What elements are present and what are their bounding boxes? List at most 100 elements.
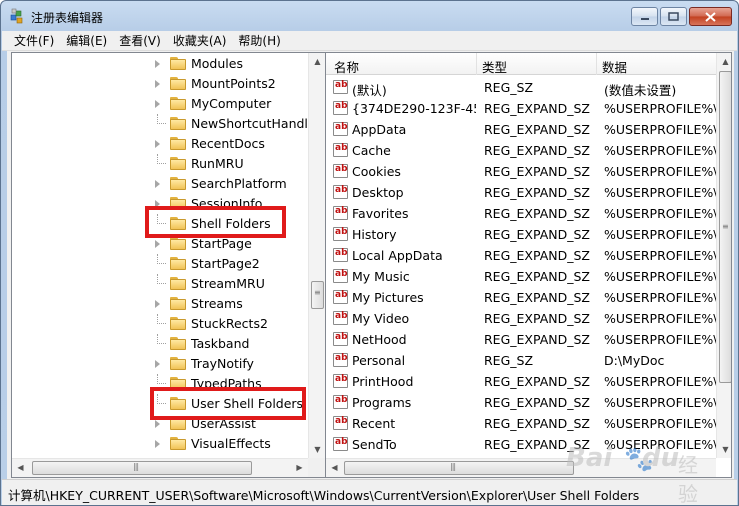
- list-header: 名称 类型 数据: [326, 53, 716, 75]
- tree-connector-line: [157, 254, 166, 264]
- baidu-jingyan-watermark: Bai 🐾 du 经验: [566, 443, 698, 506]
- close-button[interactable]: [689, 7, 732, 26]
- tree-item[interactable]: StuckRects2: [12, 314, 308, 334]
- expand-arrow-icon[interactable]: [155, 420, 160, 428]
- scroll-right-icon[interactable]: ▶: [291, 459, 308, 476]
- tree-item[interactable]: RunMRU: [12, 154, 308, 174]
- tree-item-label: RunMRU: [191, 156, 244, 171]
- value-name: Desktop: [352, 185, 404, 200]
- menu-help[interactable]: 帮助(H): [232, 32, 286, 49]
- expand-arrow-icon[interactable]: [155, 240, 160, 248]
- folder-icon: [170, 97, 186, 110]
- tree-item[interactable]: Taskband: [12, 334, 308, 354]
- column-divider[interactable]: [476, 53, 477, 75]
- tree-horizontal-scrollbar[interactable]: ◀ ||| ▶: [12, 458, 308, 477]
- column-divider[interactable]: [596, 53, 597, 75]
- value-row[interactable]: Favorites REG_EXPAND_SZ %USERPROFILE%\Fa: [326, 203, 716, 224]
- expand-arrow-icon[interactable]: [155, 180, 160, 188]
- string-value-icon: [333, 227, 348, 241]
- maximize-button[interactable]: [660, 7, 687, 26]
- tree-item[interactable]: SearchPlatform: [12, 174, 308, 194]
- column-header-name[interactable]: 名称: [334, 57, 359, 76]
- value-row[interactable]: Cookies REG_EXPAND_SZ %USERPROFILE%\Ap: [326, 161, 716, 182]
- scroll-up-icon[interactable]: ▲: [717, 53, 731, 70]
- expand-arrow-icon[interactable]: [155, 300, 160, 308]
- menu-edit[interactable]: 编辑(E): [60, 32, 113, 49]
- value-type: REG_EXPAND_SZ: [484, 248, 590, 263]
- tree-item[interactable]: MyComputer: [12, 94, 308, 114]
- value-row[interactable]: PrintHood REG_EXPAND_SZ %USERPROFILE%\Ap: [326, 371, 716, 392]
- tree-item-label: RecentDocs: [191, 136, 265, 151]
- value-row[interactable]: Local AppData REG_EXPAND_SZ %USERPROFILE%\…: [326, 245, 716, 266]
- tree-connector-line: [157, 334, 166, 344]
- tree-vertical-scrollbar[interactable]: ▲ ≡ ▼: [308, 53, 325, 458]
- minimize-button[interactable]: [631, 7, 658, 26]
- value-row[interactable]: My Video REG_EXPAND_SZ %USERPROFILE%\Vi: [326, 308, 716, 329]
- menu-favorites[interactable]: 收藏夹(A): [167, 32, 233, 49]
- value-type: REG_SZ: [484, 80, 534, 95]
- title-bar[interactable]: 注册表编辑器: [1, 1, 738, 31]
- value-row[interactable]: Programs REG_EXPAND_SZ %USERPROFILE%\Ap: [326, 392, 716, 413]
- folder-icon: [170, 77, 186, 90]
- expand-arrow-icon[interactable]: [155, 440, 160, 448]
- scroll-left-icon[interactable]: ◀: [326, 459, 343, 476]
- folder-icon: [170, 277, 186, 290]
- scroll-down-icon[interactable]: ▼: [309, 441, 325, 458]
- menu-view[interactable]: 查看(V): [113, 32, 167, 49]
- tree-item[interactable]: StartPage2: [12, 254, 308, 274]
- tree-item[interactable]: TrayNotify: [12, 354, 308, 374]
- value-name: History: [352, 227, 397, 242]
- value-row[interactable]: Recent REG_EXPAND_SZ %USERPROFILE%\Ap: [326, 413, 716, 434]
- values-list: (默认) REG_SZ (数值未设置) {374DE290-123F-45... REG…: [326, 76, 716, 456]
- value-row[interactable]: Personal REG_SZ D:\MyDoc: [326, 350, 716, 371]
- value-data: %USERPROFILE%\Vi: [604, 311, 716, 326]
- expand-arrow-icon[interactable]: [155, 140, 160, 148]
- tree-item[interactable]: VisualEffects: [12, 434, 308, 454]
- value-row[interactable]: (默认) REG_SZ (数值未设置): [326, 77, 716, 98]
- tree-item-label: MountPoints2: [191, 76, 276, 91]
- tree-connector-line: [157, 114, 166, 124]
- column-header-data[interactable]: 数据: [602, 57, 627, 76]
- maximize-icon: [668, 12, 679, 21]
- client-area: Modules MountPoints2 MyComputer NewShortcut…: [7, 51, 734, 479]
- value-data: %USERPROFILE%\Fa: [604, 206, 716, 221]
- value-row[interactable]: {374DE290-123F-45... REG_EXPAND_SZ %USERPR…: [326, 98, 716, 119]
- list-vertical-scrollbar[interactable]: ▲ ≡ ▼: [716, 53, 731, 458]
- value-type: REG_EXPAND_SZ: [484, 290, 590, 305]
- tree-item[interactable]: StreamMRU: [12, 274, 308, 294]
- value-row[interactable]: My Music REG_EXPAND_SZ %USERPROFILE%\Mu: [326, 266, 716, 287]
- tree-item[interactable]: NewShortcutHandlers: [12, 114, 308, 134]
- tree-scroll-thumb[interactable]: ≡: [311, 281, 324, 309]
- scroll-left-icon[interactable]: ◀: [12, 459, 29, 476]
- scroll-down-icon[interactable]: ▼: [717, 441, 731, 458]
- tree-item-label: Taskband: [191, 336, 250, 351]
- tree-item[interactable]: RecentDocs: [12, 134, 308, 154]
- value-data: %USERPROFILE%\Ap: [604, 395, 716, 410]
- expand-arrow-icon[interactable]: [155, 360, 160, 368]
- tree-item-label: MyComputer: [191, 96, 272, 111]
- scroll-up-icon[interactable]: ▲: [309, 53, 325, 70]
- tree-connector-line: [157, 274, 166, 284]
- value-row[interactable]: History REG_EXPAND_SZ %USERPROFILE%\Ap: [326, 224, 716, 245]
- values-list-pane[interactable]: 名称 类型 数据 (默认)REG_SZ(数值未设置){374DE290-123F…: [325, 52, 732, 478]
- tree-hscroll-thumb[interactable]: |||: [32, 461, 252, 475]
- value-row[interactable]: NetHood REG_EXPAND_SZ %USERPROFILE%\Ap: [326, 329, 716, 350]
- column-header-type[interactable]: 类型: [482, 57, 507, 76]
- expand-arrow-icon[interactable]: [155, 100, 160, 108]
- expand-arrow-icon[interactable]: [155, 80, 160, 88]
- highlight-box-user-shell-folders: [150, 387, 306, 420]
- value-row[interactable]: AppData REG_EXPAND_SZ %USERPROFILE%\Ap: [326, 119, 716, 140]
- value-row[interactable]: Cache REG_EXPAND_SZ %USERPROFILE%\Ap: [326, 140, 716, 161]
- value-type: REG_SZ: [484, 353, 534, 368]
- tree-item[interactable]: MountPoints2: [12, 74, 308, 94]
- string-value-icon: [333, 395, 348, 409]
- list-hscroll-thumb[interactable]: |||: [344, 461, 574, 475]
- list-scroll-thumb[interactable]: ≡: [719, 71, 731, 383]
- tree-item[interactable]: Modules: [12, 54, 308, 74]
- value-row[interactable]: My Pictures REG_EXPAND_SZ %USERPROFILE%\Pi: [326, 287, 716, 308]
- value-type: REG_EXPAND_SZ: [484, 227, 590, 242]
- expand-arrow-icon[interactable]: [155, 60, 160, 68]
- tree-item[interactable]: Streams: [12, 294, 308, 314]
- value-row[interactable]: Desktop REG_EXPAND_SZ %USERPROFILE%\De: [326, 182, 716, 203]
- menu-file[interactable]: 文件(F): [8, 32, 60, 49]
